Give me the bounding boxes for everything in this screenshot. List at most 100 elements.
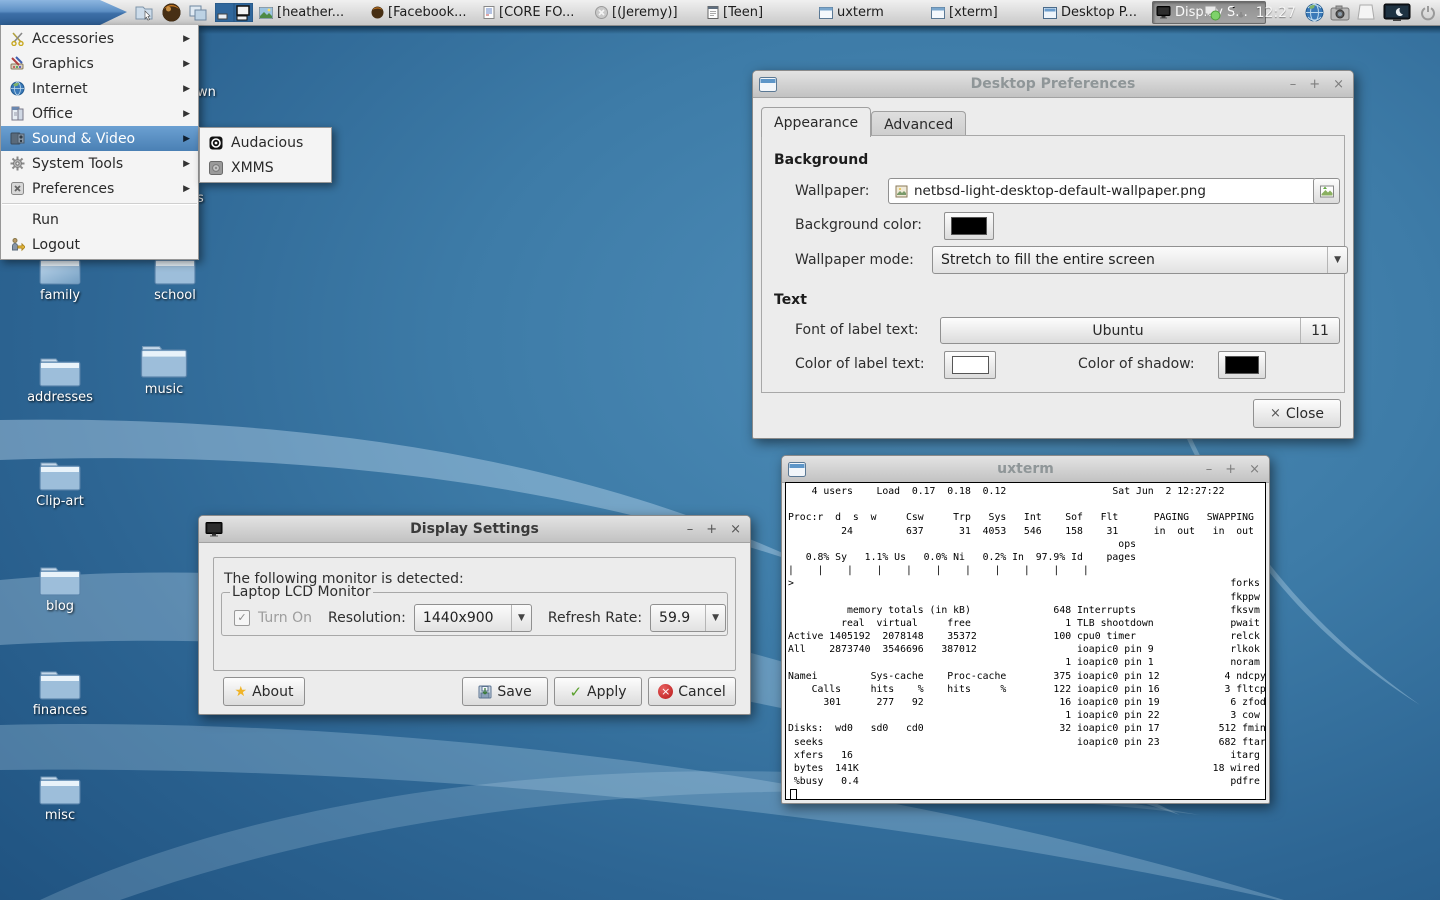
- task-facebook[interactable]: [Facebook...: [368, 2, 478, 23]
- refresh-rate-label: Refresh Rate:: [548, 610, 642, 626]
- tab-appearance[interactable]: Appearance: [761, 107, 871, 137]
- desktop-icon-label: finances: [5, 703, 115, 718]
- menu-item-accessories[interactable]: Accessories ▶: [1, 26, 198, 51]
- terminal-line: ops: [788, 538, 1265, 551]
- desktop-pager-icon[interactable]: [1356, 3, 1376, 23]
- screenshot-camera-icon[interactable]: [1330, 3, 1350, 23]
- minimize-button[interactable]: –: [687, 523, 694, 536]
- desktop-preferences-titlebar[interactable]: Desktop Preferences – + ×: [753, 71, 1353, 98]
- task-xterm[interactable]: [xterm]: [928, 2, 1038, 23]
- window-list-icon[interactable]: [187, 2, 209, 23]
- menu-item-sound-video[interactable]: Sound & Video ▶: [1, 126, 198, 151]
- task-label: uxterm: [837, 5, 884, 20]
- clock[interactable]: 12:27: [1254, 5, 1298, 21]
- save-disk-icon: [478, 685, 492, 699]
- network-traffic-icon[interactable]: [1228, 3, 1248, 23]
- font-button[interactable]: Ubuntu 11: [940, 317, 1340, 344]
- task-label: [Facebook...: [388, 5, 467, 20]
- tab-bar: Appearance Advanced: [761, 107, 966, 137]
- desktop-icon-misc[interactable]: misc: [5, 770, 115, 823]
- desktop-icon-finances[interactable]: finances: [5, 665, 115, 718]
- turn-on-checkbox[interactable]: ✓: [234, 610, 250, 626]
- desktop-icon-label: music: [109, 382, 219, 397]
- label-color-fill: [952, 356, 989, 374]
- menu-item-logout[interactable]: Logout: [1, 232, 198, 257]
- task-heather[interactable]: [heather...: [256, 2, 366, 23]
- submenu-item-label: XMMS: [231, 160, 274, 176]
- start-menu-button[interactable]: [0, 0, 128, 25]
- wallpaper-entry[interactable]: netbsd-light-desktop-default-wallpaper.p…: [888, 178, 1316, 204]
- menu-item-run[interactable]: Run: [1, 207, 198, 232]
- terminal-window-icon: [788, 462, 806, 477]
- apply-button[interactable]: ✓ Apply: [554, 677, 642, 706]
- terminal-line: Disks: wd0 sd0 cd0 32 ioapic0 pin 17 512…: [788, 722, 1265, 735]
- background-color-label: Background color:: [795, 217, 922, 233]
- terminal-line: seeks ioapic0 pin 23 682 ftarg: [788, 736, 1265, 749]
- messenger-icon[interactable]: [1202, 3, 1222, 23]
- task-uxterm[interactable]: uxterm: [816, 2, 926, 23]
- wallpaper-browse-button[interactable]: [1313, 178, 1340, 204]
- submenu-arrow-icon: ▶: [183, 34, 190, 44]
- background-color-fill: [951, 217, 987, 235]
- minimize-button[interactable]: –: [1206, 463, 1213, 476]
- web-browser-icon[interactable]: [160, 2, 182, 23]
- close-dialog-button[interactable]: × Close: [1253, 399, 1341, 428]
- close-button-label: Close: [1286, 406, 1324, 422]
- sound-video-submenu: Audacious XMMS: [199, 127, 332, 183]
- maximize-button[interactable]: +: [706, 523, 717, 536]
- menu-item-system-tools[interactable]: System Tools ▶: [1, 151, 198, 176]
- workspace-pager-icon[interactable]: [214, 2, 254, 23]
- desktop-icon-addresses[interactable]: addresses: [5, 352, 115, 405]
- terminal[interactable]: 4 users Load 0.17 0.18 0.12 Sat Jun 2 12…: [785, 482, 1266, 800]
- menu-item-preferences[interactable]: Preferences ▶: [1, 176, 198, 201]
- task-desktop-preferences[interactable]: Desktop P...: [1040, 2, 1150, 23]
- uxterm-titlebar[interactable]: uxterm – + ×: [782, 456, 1269, 483]
- menu-item-graphics[interactable]: Graphics ▶: [1, 51, 198, 76]
- resolution-dropdown[interactable]: 1440x900 ▼: [414, 604, 532, 632]
- dropdown-arrow-icon: ▼: [511, 605, 531, 631]
- task-core[interactable]: [CORE FO...: [480, 2, 590, 23]
- close-button[interactable]: ×: [1249, 463, 1260, 476]
- screensaver-icon[interactable]: [1382, 3, 1412, 23]
- globe-icon[interactable]: [1304, 3, 1324, 23]
- display-settings-titlebar[interactable]: Display Settings – + ×: [199, 516, 750, 543]
- folder-icon: [37, 561, 83, 597]
- close-button[interactable]: ×: [1333, 78, 1344, 91]
- background-color-swatch[interactable]: [944, 212, 994, 240]
- minimize-button[interactable]: –: [1290, 78, 1297, 91]
- cancel-button-label: Cancel: [678, 684, 725, 700]
- task-teen[interactable]: [Teen]: [704, 2, 814, 23]
- desktop-icon-blog[interactable]: blog: [5, 561, 115, 614]
- refresh-rate-dropdown[interactable]: 59.9 ▼: [650, 604, 726, 632]
- desktop-icon-clip-art[interactable]: Clip-art: [5, 456, 115, 509]
- desktop-icon-music[interactable]: music: [109, 338, 219, 397]
- close-button[interactable]: ×: [730, 523, 741, 536]
- maximize-button[interactable]: +: [1309, 78, 1320, 91]
- shadow-color-swatch[interactable]: [1218, 351, 1266, 379]
- terminal-line: All 2873740 3546696 387012 ioapic0 pin 9…: [788, 643, 1265, 656]
- office-icon: [9, 106, 25, 122]
- task-label: [Teen]: [723, 5, 763, 20]
- maximize-button[interactable]: +: [1225, 463, 1236, 476]
- clipped-icon-label: wn: [197, 85, 216, 100]
- checkmark-icon: ✓: [237, 611, 246, 624]
- submenu-item-xmms[interactable]: XMMS: [200, 155, 331, 180]
- power-icon[interactable]: [1418, 3, 1438, 23]
- cancel-button[interactable]: × Cancel: [648, 677, 736, 706]
- terminal-line: real virtual free 1 TLB shootdown pwait: [788, 617, 1265, 630]
- save-button[interactable]: Save: [462, 677, 548, 706]
- menu-item-internet[interactable]: Internet ▶: [1, 76, 198, 101]
- label-color-swatch[interactable]: [944, 351, 996, 379]
- about-button[interactable]: ★ About: [223, 677, 305, 706]
- desktop-icon-label: family: [5, 288, 115, 303]
- submenu-item-audacious[interactable]: Audacious: [200, 130, 331, 155]
- label-color-label: Color of label text:: [795, 356, 925, 372]
- menu-separator: [2, 203, 197, 205]
- file-manager-icon[interactable]: [133, 2, 155, 23]
- menu-item-label: Sound & Video: [32, 131, 135, 147]
- task-jeremy[interactable]: [(Jeremy)]: [592, 2, 702, 23]
- wallpaper-mode-dropdown[interactable]: Stretch to fill the entire screen ▼: [932, 246, 1348, 274]
- menu-item-office[interactable]: Office ▶: [1, 101, 198, 126]
- tab-label: Advanced: [884, 117, 953, 133]
- tab-advanced[interactable]: Advanced: [871, 111, 966, 137]
